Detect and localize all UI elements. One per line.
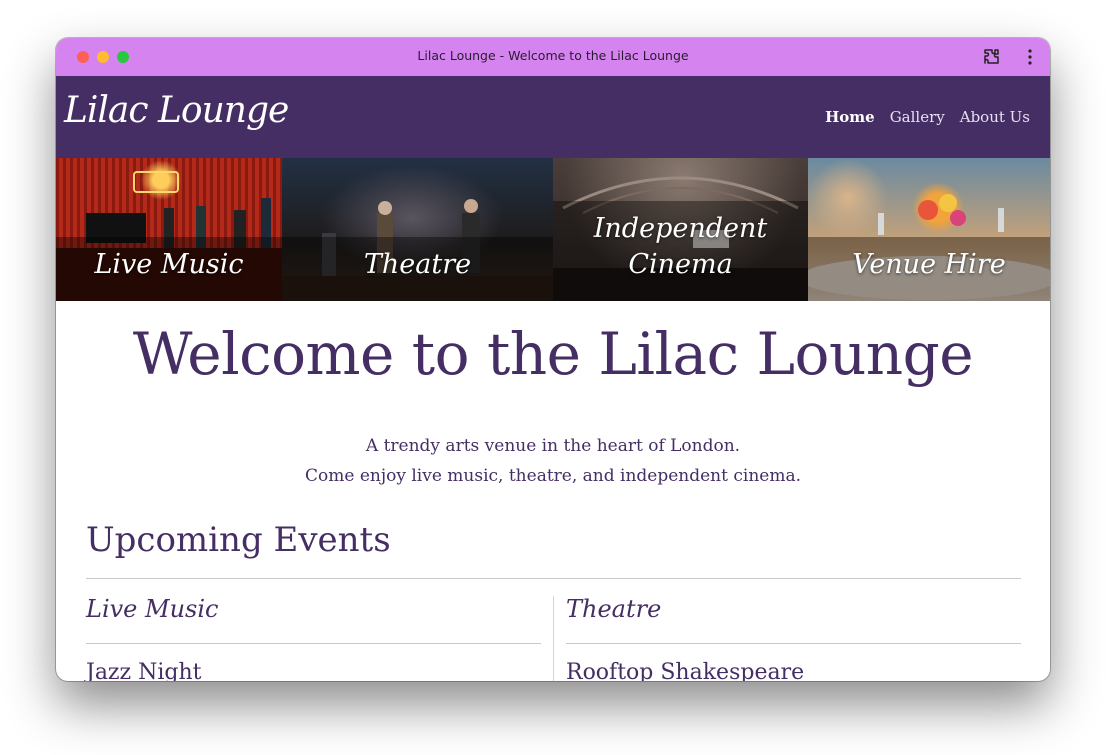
column-separator [553,596,554,681]
banner-tile-independent-cinema[interactable]: Independent Cinema [553,158,808,301]
nav-link-gallery[interactable]: Gallery [890,108,945,126]
event-title[interactable]: Jazz Night [86,660,202,681]
title-bar: Lilac Lounge - Welcome to the Lilac Loun… [56,38,1050,76]
tile-label-live-music: Live Music [94,249,244,280]
page-title: Welcome to the Lilac Lounge [132,320,974,388]
section-title-upcoming-events: Upcoming Events [86,520,391,560]
column-divider [566,643,1021,644]
column-title-live-music: Live Music [86,595,219,623]
category-banner: Live Music Theatre Independent Cinema Ve… [56,158,1050,301]
site-navbar: Lilac Lounge Home Gallery About Us [56,76,1050,158]
banner-tile-theatre[interactable]: Theatre [282,158,553,301]
nav-links: Home Gallery About Us [825,108,1030,126]
event-title[interactable]: Rooftop Shakespeare [566,660,804,681]
banner-tile-live-music[interactable]: Live Music [56,158,282,301]
intro-text: A trendy arts venue in the heart of Lond… [56,431,1050,491]
column-divider [86,643,541,644]
nav-link-home[interactable]: Home [825,108,875,126]
intro-line: A trendy arts venue in the heart of Lond… [365,436,741,456]
column-title-theatre: Theatre [566,595,662,623]
more-options-icon[interactable] [1020,47,1040,67]
banner-tile-venue-hire[interactable]: Venue Hire [808,158,1050,301]
tile-label-independent-cinema: Independent Cinema [593,213,768,280]
window-title: Lilac Lounge - Welcome to the Lilac Loun… [417,48,689,63]
browser-window: Lilac Lounge - Welcome to the Lilac Loun… [56,38,1050,681]
section-divider [86,578,1021,579]
tile-label-venue-hire: Venue Hire [852,249,1006,280]
brand-logo[interactable]: Lilac Lounge [64,90,289,131]
extensions-icon[interactable] [982,47,1002,67]
nav-link-about-us[interactable]: About Us [960,108,1030,126]
tile-label-theatre: Theatre [363,249,472,280]
intro-line: Come enjoy live music, theatre, and inde… [305,466,801,486]
